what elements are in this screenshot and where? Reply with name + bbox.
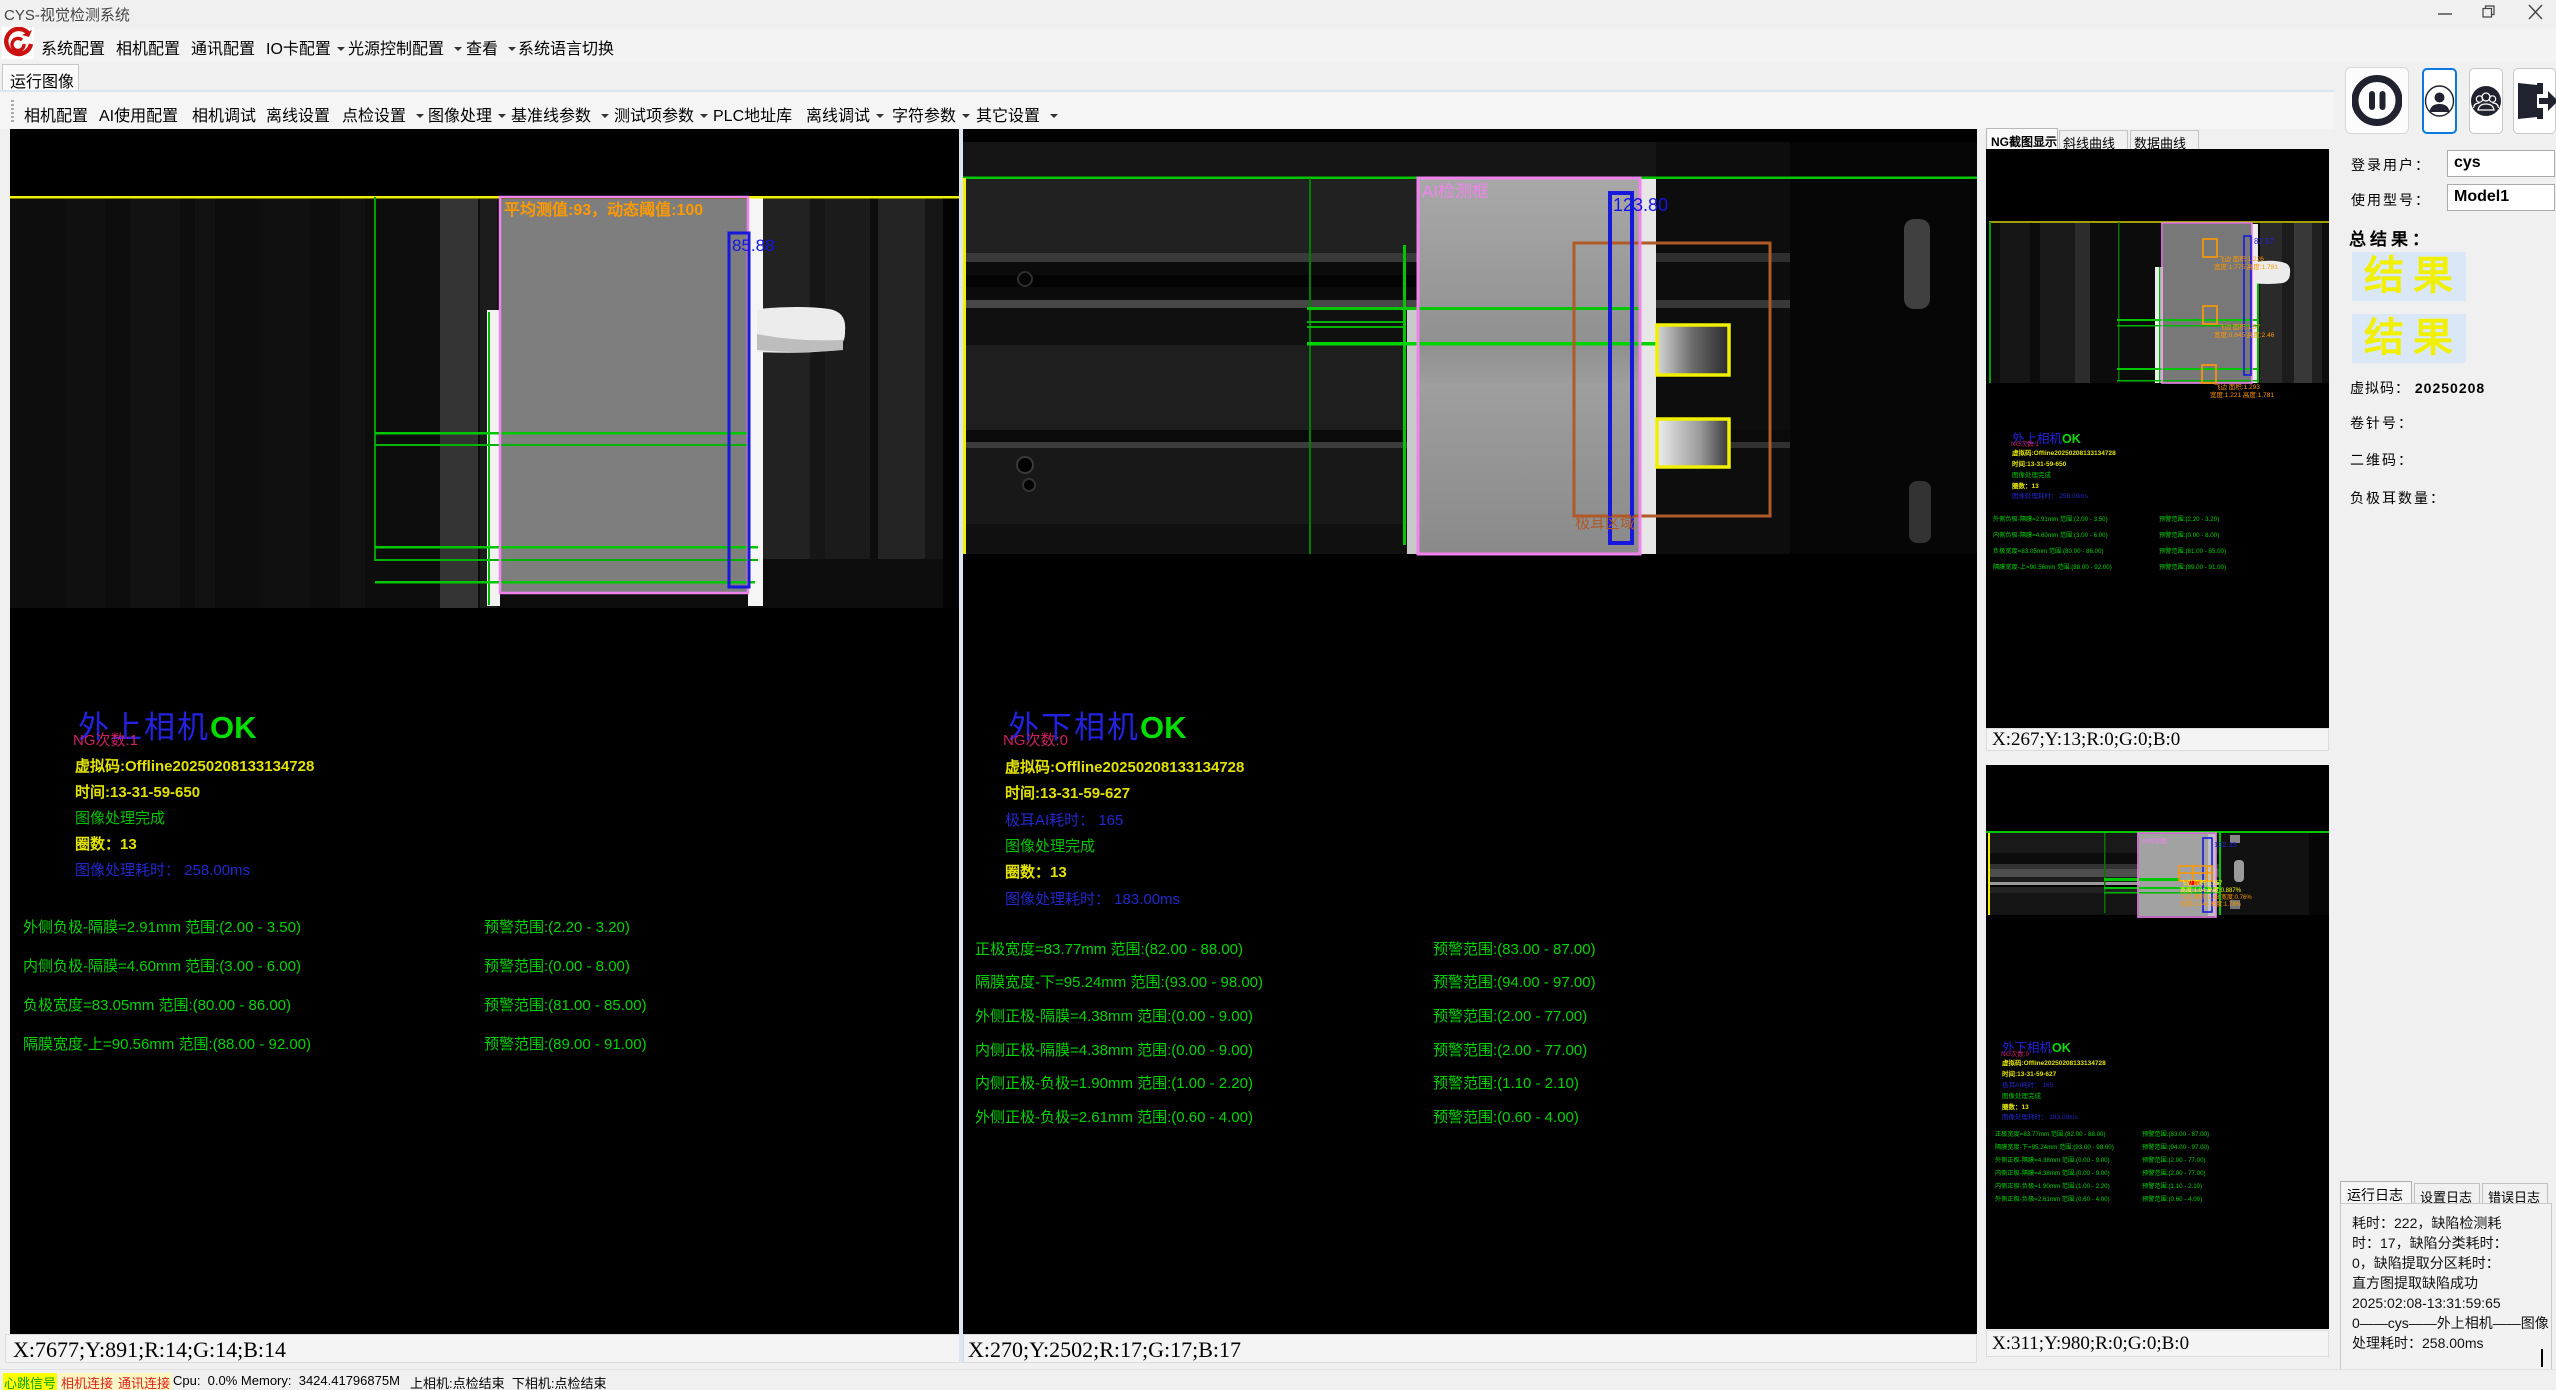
svg-text:时间:13-31-59-627: 时间:13-31-59-627	[2002, 1069, 2057, 1078]
svg-text:预警范围:(1.10 - 2.10): 预警范围:(1.10 - 2.10)	[2142, 1182, 2202, 1190]
svg-text:虚拟码:Offline20250208133134728: 虚拟码:Offline20250208133134728	[2002, 1058, 2106, 1067]
svg-text:外侧正极-隔膜=4.38mm 范围:(0.00 - 9.00: 外侧正极-隔膜=4.38mm 范围:(0.00 - 9.00)	[1995, 1156, 2110, 1164]
svg-text:预警范围:(2.20 - 3.20): 预警范围:(2.20 - 3.20)	[2159, 515, 2219, 523]
svg-text:123.80: 123.80	[1613, 195, 1668, 215]
svg-text:外侧负极-隔膜=2.91mm 范围:(2.00 - 3.50: 外侧负极-隔膜=2.91mm 范围:(2.00 - 3.50)	[1993, 515, 2108, 523]
svg-text:飞边-面积:1.48 宽度:0.76%: 飞边-面积:1.48 宽度:0.76%	[2180, 893, 2252, 901]
svg-text:132.15: 132.15	[2214, 840, 2237, 849]
svg-text:预警范围:(81.00 - 85.00): 预警范围:(81.00 - 85.00)	[2159, 547, 2226, 555]
svg-text:预警范围:(2.00 - 77.00): 预警范围:(2.00 - 77.00)	[2142, 1169, 2206, 1177]
svg-text:宽度:1.775 高度:1.781: 宽度:1.775 高度:1.781	[2214, 262, 2278, 271]
svg-text:图像处理完成: 图像处理完成	[2002, 1091, 2042, 1100]
svg-text:宽度:1.221 高度:1.781: 宽度:1.221 高度:1.781	[2210, 390, 2274, 399]
svg-text:内侧正极-隔膜=4.38mm 范围:(0.00 - 9.00: 内侧正极-隔膜=4.38mm 范围:(0.00 - 9.00)	[1995, 1169, 2110, 1177]
svg-text:预警范围:(2.00 - 77.00): 预警范围:(2.00 - 77.00)	[2142, 1156, 2206, 1164]
svg-text:极耳AI耗时： 165: 极耳AI耗时： 165	[2002, 1080, 2054, 1089]
svg-text:圈数：13: 圈数：13	[2002, 1102, 2029, 1111]
svg-text:飞边 面积:1.57: 飞边 面积:1.57	[2218, 322, 2261, 331]
svg-text:隔膜宽度-上=90.56mm 范围:(88.00 - 92.: 隔膜宽度-上=90.56mm 范围:(88.00 - 92.00)	[1993, 563, 2112, 571]
svg-text:预警范围:(0.60 - 4.00): 预警范围:(0.60 - 4.00)	[2142, 1195, 2202, 1203]
svg-text:85.88: 85.88	[732, 236, 775, 255]
svg-text:NG次数:0: NG次数:0	[2001, 1049, 2030, 1058]
svg-text:极耳区域: 极耳区域	[1575, 515, 1635, 532]
svg-text:隔膜宽度-下=95.24mm 范围:(93.00 - 98.: 隔膜宽度-下=95.24mm 范围:(93.00 - 98.00)	[1995, 1143, 2114, 1151]
svg-text:外侧正极-负极=2.61mm 范围:(0.60 - 4.00: 外侧正极-负极=2.61mm 范围:(0.60 - 4.00)	[1995, 1195, 2110, 1203]
svg-text:AI检测框: AI检测框	[2142, 836, 2168, 845]
svg-text:宽度:0.845 高度:2.46: 宽度:0.845 高度:2.46	[2214, 330, 2275, 339]
svg-text:负极宽度=83.05mm 范围:(80.00 - 86.00: 负极宽度=83.05mm 范围:(80.00 - 86.00)	[1993, 547, 2104, 555]
svg-text:内侧正极-负极=1.90mm 范围:(1.00 - 2.20: 内侧正极-负极=1.90mm 范围:(1.00 - 2.20)	[1995, 1182, 2110, 1190]
svg-text:飞边 面积:0.957: 飞边 面积:0.957	[2180, 879, 2223, 887]
svg-text:内侧负极-隔膜=4.60mm 范围:(3.00 - 6.00: 内侧负极-隔膜=4.60mm 范围:(3.00 - 6.00)	[1993, 531, 2108, 539]
svg-text:预警范围:(94.00 - 97.00): 预警范围:(94.00 - 97.00)	[2142, 1143, 2209, 1151]
svg-text:图像处理耗时： 258.00ms: 图像处理耗时： 258.00ms	[2012, 491, 2089, 500]
svg-text:NG次数:1: NG次数:1	[2011, 439, 2040, 448]
svg-text:正极宽度=83.77mm 范围:(82.00 - 88.00: 正极宽度=83.77mm 范围:(82.00 - 88.00)	[1995, 1130, 2106, 1138]
svg-text:飞边 面积:1.293: 飞边 面积:1.293	[2214, 382, 2260, 391]
svg-text:82.57: 82.57	[2254, 237, 2275, 246]
svg-text:预警范围:(89.00 - 91.00): 预警范围:(89.00 - 91.00)	[2159, 563, 2226, 571]
svg-text:飞边 面积:1.226: 飞边 面积:1.226	[2218, 254, 2264, 263]
svg-text:虚拟码:Offline20250208133134728: 虚拟码:Offline20250208133134728	[2012, 448, 2116, 457]
svg-text:时间:13-31-59-650: 时间:13-31-59-650	[2012, 459, 2067, 468]
svg-text:平均测值:93，动态阈值:100: 平均测值:93，动态阈值:100	[504, 200, 703, 219]
svg-text:图像处理耗时： 183.00ms: 图像处理耗时： 183.00ms	[2002, 1112, 2079, 1121]
svg-text:预警范围:(83.00 - 87.00): 预警范围:(83.00 - 87.00)	[2142, 1130, 2209, 1138]
svg-text:宽度:1.04 高度:0.887%: 宽度:1.04 高度:0.887%	[2180, 886, 2242, 894]
svg-text:图像处理完成: 图像处理完成	[2012, 470, 2052, 479]
svg-text:AI检测框: AI检测框	[1422, 182, 1489, 201]
svg-text:预警范围:(0.00 - 8.00): 预警范围:(0.00 - 8.00)	[2159, 531, 2219, 539]
svg-text:圈数：13: 圈数：13	[2012, 481, 2039, 490]
svg-text:宽度:0.246 高度:1.78%: 宽度:0.246 高度:1.78%	[2180, 900, 2242, 908]
